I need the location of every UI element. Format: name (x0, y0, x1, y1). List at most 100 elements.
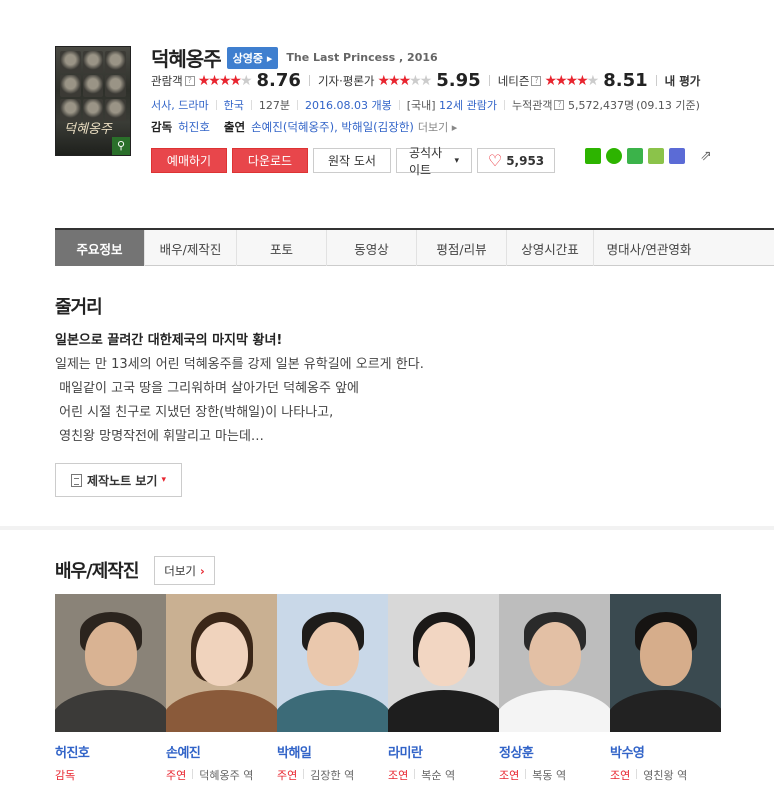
audience-score: 8.76 (256, 70, 301, 91)
band-icon[interactable] (669, 148, 685, 164)
person-photo[interactable] (388, 594, 499, 732)
person-name[interactable]: 라미란 (388, 742, 499, 761)
country-link[interactable]: 한국 (224, 97, 244, 113)
tab-quotes-related[interactable]: 명대사/연관영화 (594, 230, 704, 266)
person-character: 복순 역 (421, 769, 456, 782)
person-role: 감독 (55, 769, 76, 782)
movie-info-row: 서사, 드라마 한국 127분 2016.08.03 개봉 [국내] 12세 관… (151, 97, 700, 113)
synopsis-heading: 줄거리 (55, 297, 103, 318)
help-icon[interactable]: ? (531, 75, 542, 86)
tab-main-info[interactable]: 주요정보 (55, 230, 145, 266)
cast-list: 허진호 감독 손예진 주연 덕혜옹주 역 박해일 주연 김장한 역 라미란 조연 복순… (55, 594, 721, 783)
synopsis-line: 어린 시절 친구로 지냈던 장한(박해일)이 나타나고, (55, 405, 334, 420)
person-name[interactable]: 박해일 (277, 742, 388, 761)
person-name[interactable]: 손예진 (166, 742, 277, 761)
chevron-down-icon: ▾ (454, 155, 459, 166)
bookmark-star-icon[interactable] (627, 148, 643, 164)
genre-link[interactable]: 서사, 드라마 (151, 97, 209, 113)
help-icon[interactable]: ? (554, 100, 565, 110)
divider (655, 75, 657, 86)
person-character: 김장한 역 (310, 769, 355, 782)
critic-rating-label: 기자·평론가 (317, 73, 375, 88)
share-icon[interactable]: ⇗ (700, 148, 718, 164)
synopsis-line: 영친왕 망명작전에 휘말리고 마는데… (55, 429, 264, 444)
chevron-down-icon: ▾ (161, 475, 166, 485)
person-photo[interactable] (166, 594, 277, 732)
person-character: 영친왕 역 (643, 769, 688, 782)
blog-icon[interactable] (585, 148, 601, 164)
divider (296, 100, 298, 110)
original-book-button[interactable]: 원작 도서 (313, 148, 391, 173)
synopsis-line: 일제는 만 13세의 어린 덕혜옹주를 강제 일본 유학길에 오르게 한다. (55, 357, 424, 372)
person-character: 복동 역 (532, 769, 567, 782)
official-site-dropdown[interactable]: 공식사이트 ▾ (396, 146, 472, 177)
netizen-stars: ★★★★★ (544, 72, 599, 89)
my-rating-link[interactable]: 내 평가 (665, 73, 701, 89)
person-photo[interactable] (610, 594, 721, 732)
movie-title[interactable]: 덕혜옹주 (151, 43, 222, 72)
naver-icon[interactable] (606, 148, 622, 164)
person-name[interactable]: 허진호 (55, 742, 166, 761)
synopsis-tagline: 일본으로 끌려간 대한제국의 마지막 황녀! (55, 333, 283, 348)
cast-more-button[interactable]: 더보기 › (154, 556, 215, 585)
audience-stars: ★★★★★ (197, 72, 253, 89)
document-icon (71, 473, 83, 487)
person-role: 조연 (499, 769, 520, 782)
person-photo[interactable] (277, 594, 388, 732)
tab-reviews[interactable]: 평점/리뷰 (417, 230, 507, 266)
reserve-button[interactable]: 예매하기 (151, 148, 227, 173)
sns-share-bar: ⇗ (585, 148, 723, 164)
divider (215, 100, 217, 110)
netizen-score: 8.51 (603, 70, 648, 91)
english-title: The Last Princess , 2016 (286, 51, 438, 64)
person-role: 주연 (166, 769, 187, 782)
zoom-icon[interactable]: ⚲ (112, 137, 130, 155)
director-link[interactable]: 허진호 (178, 119, 210, 135)
cast-item[interactable]: 허진호 감독 (55, 594, 166, 783)
action-buttons: 예매하기 다운로드 원작 도서 공식사이트 ▾ ♡ 5,953 (151, 146, 560, 177)
cast-label: 출연 (223, 120, 246, 134)
help-icon[interactable]: ? (184, 75, 195, 86)
critic-score: 5.95 (436, 70, 481, 91)
cast-item[interactable]: 박해일 주연 김장한 역 (277, 594, 388, 783)
poster-title: 덕혜옹주 (64, 122, 112, 137)
like-button[interactable]: ♡ 5,953 (477, 148, 555, 173)
tab-cast-crew[interactable]: 배우/제작진 (145, 230, 237, 266)
divider (504, 100, 505, 110)
cast-links[interactable]: 손예진(덕혜옹주), 박해일(김장한) (251, 119, 414, 135)
tab-photo[interactable]: 포토 (237, 230, 327, 266)
runtime: 127분 (258, 99, 290, 112)
person-role: 조연 (610, 769, 631, 782)
movie-poster[interactable]: 덕혜옹주 ⚲ (55, 46, 131, 156)
cumulative-value: 5,572,437명 (567, 99, 635, 112)
memo-icon[interactable] (648, 148, 664, 164)
release-date-link[interactable]: 2016.08.03 개봉 (305, 97, 392, 113)
cast-item[interactable]: 손예진 주연 덕혜옹주 역 (166, 594, 277, 783)
cumulative-date: (09.13 기준) (636, 99, 700, 112)
cast-item[interactable]: 정상훈 조연 복동 역 (499, 594, 610, 783)
person-name[interactable]: 박수영 (610, 742, 721, 761)
chevron-right-icon: ▸ (451, 121, 458, 134)
person-photo[interactable] (55, 594, 166, 732)
status-badge[interactable]: 상영중 ▸ (226, 46, 279, 69)
tab-bar: 주요정보 배우/제작진 포토 동영상 평점/리뷰 상영시간표 명대사/연관영화 (55, 228, 774, 266)
cumulative-label: 누적관객 (512, 99, 553, 112)
production-note-button[interactable]: 제작노트 보기 ▾ (55, 463, 182, 497)
person-photo[interactable] (499, 594, 610, 732)
director-label: 감독 (151, 120, 173, 134)
tab-video[interactable]: 동영상 (327, 230, 417, 266)
cast-item[interactable]: 박수영 조연 영친왕 역 (610, 594, 721, 783)
chevron-right-icon: › (200, 563, 205, 578)
download-button[interactable]: 다운로드 (232, 148, 308, 173)
person-name[interactable]: 정상훈 (499, 742, 610, 761)
tab-showtimes[interactable]: 상영시간표 (507, 230, 594, 266)
divider (488, 75, 490, 86)
poster-art (60, 51, 126, 121)
like-count: 5,953 (506, 153, 545, 168)
cast-heading: 배우/제작진 (55, 561, 139, 582)
cast-item[interactable]: 라미란 조연 복순 역 (388, 594, 499, 783)
age-rating-link[interactable]: 12세 관람가 (439, 97, 497, 113)
rating-row: 관람객 ? ★★★★★ 8.76 기자·평론가 ★★★★★ 5.95 네티즌 ?… (151, 70, 774, 91)
credits-more-link[interactable]: 더보기 ▸ (418, 119, 457, 135)
audience-rating-label: 관람객 (151, 73, 183, 88)
